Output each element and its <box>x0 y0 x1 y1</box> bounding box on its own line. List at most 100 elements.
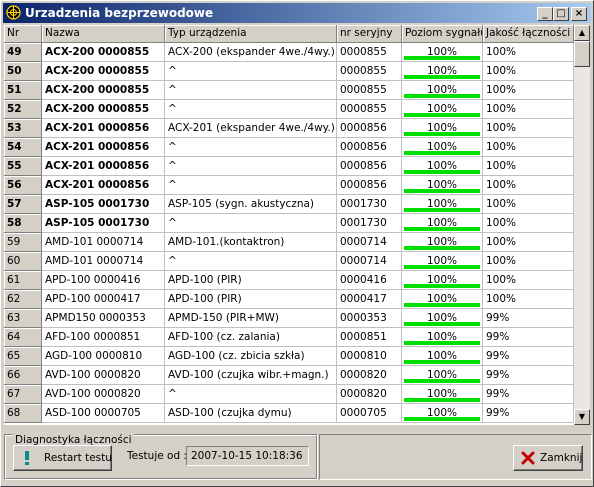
signal-value: 100% <box>426 141 458 153</box>
column-header-name[interactable]: Nazwa <box>42 25 165 43</box>
signal-value: 100% <box>426 255 458 267</box>
cell-nr: 60 <box>4 252 42 271</box>
cell-serial: 0000417 <box>337 290 402 309</box>
cell-serial: 0000705 <box>337 404 402 423</box>
cell-name: ASD-100 0000705 <box>42 404 165 423</box>
table-row[interactable]: 60 AMD-101 0000714 ^ 0000714 100% 100% <box>4 252 574 271</box>
cell-signal: 100% <box>402 214 483 233</box>
cell-signal: 100% <box>402 157 483 176</box>
table-row[interactable]: 49 ACX-200 0000855 ACX-200 (ekspander 4we.… <box>4 43 574 62</box>
column-header-signal[interactable]: Poziom sygnału <box>402 25 483 43</box>
cell-name: AVD-100 0000820 <box>42 366 165 385</box>
signal-value: 100% <box>426 160 458 172</box>
cell-serial: 0000820 <box>337 366 402 385</box>
restart-test-button[interactable]: Restart testu <box>13 445 112 471</box>
vertical-scrollbar[interactable]: ▲ ▼ <box>574 25 590 425</box>
cell-serial: 0000855 <box>337 81 402 100</box>
cell-serial: 0000856 <box>337 138 402 157</box>
cell-quality: 100% <box>483 290 574 309</box>
red-x-icon <box>521 451 535 465</box>
cell-serial: 0000416 <box>337 271 402 290</box>
table-row[interactable]: 68 ASD-100 0000705 ASD-100 (czujka dymu) 00… <box>4 404 574 423</box>
cell-type: APMD-150 (PIR+MW) <box>165 309 337 328</box>
cell-serial: 0000851 <box>337 328 402 347</box>
cell-serial: 0000820 <box>337 385 402 404</box>
devices-table[interactable]: Nr Nazwa Typ urządzenia nr seryjny Pozio… <box>4 25 574 425</box>
signal-value: 100% <box>426 198 458 210</box>
signal-value: 100% <box>426 46 458 58</box>
close-window-button[interactable]: × <box>571 7 587 21</box>
table-row[interactable]: 56 ACX-201 0000856 ^ 0000856 100% 100% <box>4 176 574 195</box>
close-button-label: Zamknij <box>540 452 583 464</box>
cell-nr: 58 <box>4 214 42 233</box>
column-header-nr[interactable]: Nr <box>4 25 42 43</box>
cell-nr: 54 <box>4 138 42 157</box>
cell-serial: 0000856 <box>337 176 402 195</box>
table-row[interactable]: 59 AMD-101 0000714 AMD-101.(kontaktron) 000… <box>4 233 574 252</box>
cell-name: AFD-100 0000851 <box>42 328 165 347</box>
cell-type: ^ <box>165 62 337 81</box>
table-row[interactable]: 54 ACX-201 0000856 ^ 0000856 100% 100% <box>4 138 574 157</box>
cell-signal: 100% <box>402 138 483 157</box>
cell-signal: 100% <box>402 100 483 119</box>
cell-serial: 0000855 <box>337 43 402 62</box>
cell-signal: 100% <box>402 271 483 290</box>
scroll-up-button[interactable]: ▲ <box>574 25 590 41</box>
cell-name: ACX-200 0000855 <box>42 81 165 100</box>
table-row[interactable]: 51 ACX-200 0000855 ^ 0000855 100% 100% <box>4 81 574 100</box>
table-row[interactable]: 50 ACX-200 0000855 ^ 0000855 100% 100% <box>4 62 574 81</box>
signal-value: 100% <box>426 217 458 229</box>
table-row[interactable]: 55 ACX-201 0000856 ^ 0000856 100% 100% <box>4 157 574 176</box>
cell-type: ACX-201 (ekspander 4we./4wy.) <box>165 119 337 138</box>
maximize-button[interactable]: □ <box>553 7 569 21</box>
cell-quality: 99% <box>483 328 574 347</box>
cell-type: ^ <box>165 138 337 157</box>
column-header-type[interactable]: Typ urządzenia <box>165 25 337 43</box>
cell-name: ASP-105 0001730 <box>42 214 165 233</box>
column-header-serial[interactable]: nr seryjny <box>337 25 402 43</box>
table-row[interactable]: 65 AGD-100 0000810 AGD-100 (cz. zbicia szk… <box>4 347 574 366</box>
cell-quality: 100% <box>483 119 574 138</box>
cell-name: ACX-200 0000855 <box>42 43 165 62</box>
cell-quality: 99% <box>483 309 574 328</box>
bottom-panel: Diagnostyka łączności Restart testu Test… <box>4 428 592 483</box>
signal-value: 100% <box>426 122 458 134</box>
title-bar[interactable]: Urzadzenia bezprzewodowe _ □ × <box>3 3 591 23</box>
cell-serial: 0000855 <box>337 62 402 81</box>
column-header-quality[interactable]: Jakość łączności <box>483 25 574 43</box>
cell-serial: 0000856 <box>337 119 402 138</box>
cell-nr: 68 <box>4 404 42 423</box>
table-row[interactable]: 58 ASP-105 0001730 ^ 0001730 100% 100% <box>4 214 574 233</box>
close-icon: × <box>574 8 584 19</box>
table-row[interactable]: 57 ASP-105 0001730 ASP-105 (sygn. akustycz… <box>4 195 574 214</box>
table-row[interactable]: 63 APMD150 0000353 APMD-150 (PIR+MW) 000035… <box>4 309 574 328</box>
arrow-up-icon: ▲ <box>578 28 586 37</box>
actions-panel: Zamknij <box>319 434 592 480</box>
minimize-button[interactable]: _ <box>537 7 553 21</box>
cell-quality: 100% <box>483 176 574 195</box>
signal-value: 100% <box>426 350 458 362</box>
testing-since-field: 2007-10-15 10:18:36 <box>186 446 309 466</box>
cell-nr: 63 <box>4 309 42 328</box>
table-row[interactable]: 61 APD-100 0000416 APD-100 (PIR) 0000416 100… <box>4 271 574 290</box>
table-row[interactable]: 66 AVD-100 0000820 AVD-100 (czujka wibr.+m… <box>4 366 574 385</box>
scroll-down-button[interactable]: ▼ <box>574 409 590 425</box>
cell-quality: 100% <box>483 233 574 252</box>
cell-signal: 100% <box>402 404 483 423</box>
cell-serial: 0000856 <box>337 157 402 176</box>
table-row[interactable]: 52 ACX-200 0000855 ^ 0000855 100% 100% <box>4 100 574 119</box>
table-row[interactable]: 62 APD-100 0000417 APD-100 (PIR) 0000417 100… <box>4 290 574 309</box>
close-button[interactable]: Zamknij <box>513 445 583 471</box>
cell-nr: 65 <box>4 347 42 366</box>
cell-signal: 100% <box>402 195 483 214</box>
cell-type: APD-100 (PIR) <box>165 271 337 290</box>
cell-quality: 100% <box>483 81 574 100</box>
cell-nr: 61 <box>4 271 42 290</box>
table-row[interactable]: 67 AVD-100 0000820 ^ 0000820 100% 99% <box>4 385 574 404</box>
table-row[interactable]: 64 AFD-100 0000851 AFD-100 (cz. zalania) 00… <box>4 328 574 347</box>
signal-value: 100% <box>426 179 458 191</box>
cell-signal: 100% <box>402 43 483 62</box>
scroll-thumb[interactable] <box>574 41 590 67</box>
table-row[interactable]: 53 ACX-201 0000856 ACX-201 (ekspander 4we.… <box>4 119 574 138</box>
signal-value: 100% <box>426 103 458 115</box>
